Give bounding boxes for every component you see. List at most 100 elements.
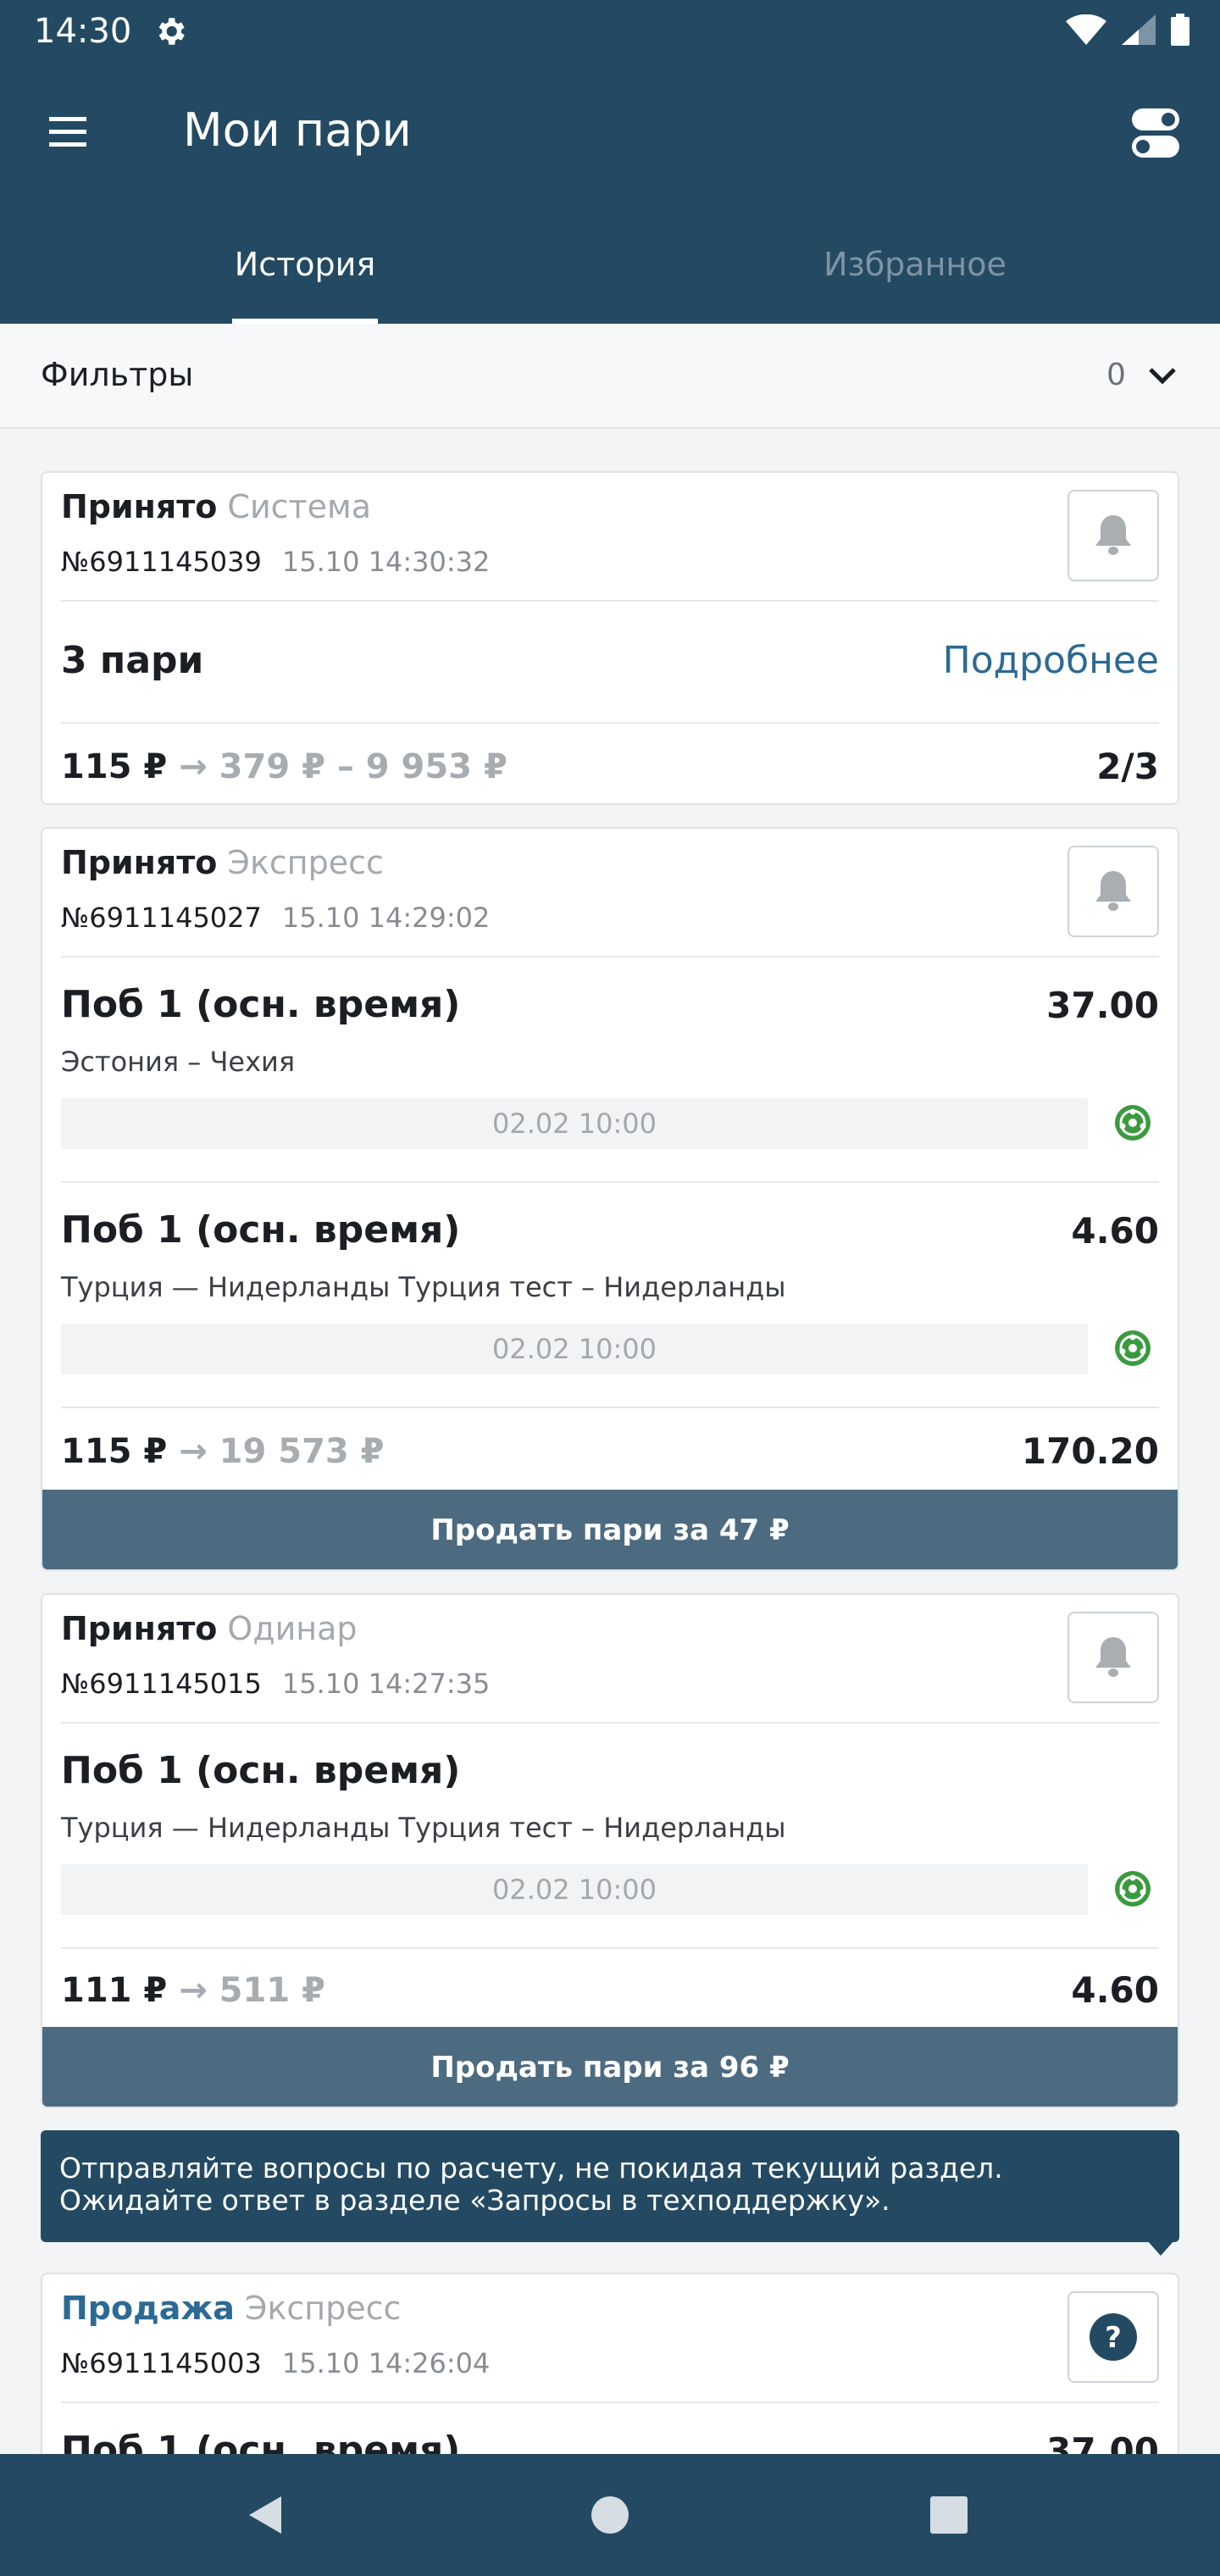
page-title: Мои пари [183,103,412,157]
soccer-ball-icon [1115,1871,1151,1907]
event-market: Поб 1 (осн. время) [61,1208,461,1252]
notification-button[interactable] [1068,1612,1159,1703]
arrow-icon: → [179,747,208,786]
filters-bar[interactable]: Фильтры 0 [0,324,1220,429]
bet-datetime: 15.10 14:30:32 [281,546,491,578]
bet-number: №6911145015 15.10 14:27:35 [61,1668,490,1700]
notification-button[interactable] [1068,846,1159,937]
bet-datetime: 15.10 14:29:02 [281,902,491,934]
bet-status-label: Принято [61,1610,218,1647]
bet-total-odds: 4.60 [1071,1969,1159,2011]
event-odds: 37.00 [1046,985,1159,1026]
bet-amounts: 115 ₽ → 379 ₽ – 9 953 ₽ [61,747,507,786]
toggle-icon[interactable] [1130,107,1181,159]
status-time: 14:30 [34,12,132,51]
notification-button[interactable] [1068,490,1159,581]
bet-card: Принято Одинар №6911145015 15.10 14:27:35 … [41,1593,1179,2108]
divider [61,2401,1159,2403]
bet-card: Принято Система №6911145039 15.10 14:30:32… [41,471,1179,805]
bet-type: Система [227,488,372,525]
bet-type: Одинар [227,1610,358,1647]
event-teams: Турция — Нидерланды Турция тест – Нидерл… [61,1812,786,1844]
bet-number-value: №6911145015 [61,1668,262,1700]
bet-payout: 19 573 ₽ [219,1432,385,1471]
bet-type: Экспресс [244,2290,402,2327]
bet-total-odds: 170.20 [1021,1430,1159,1472]
system-icons [1066,14,1190,46]
event-teams: Турция — Нидерланды Турция тест – Нидерл… [61,1271,786,1303]
bet-type: Экспресс [227,844,384,881]
bet-number: №6911145003 15.10 14:26:04 [61,2347,490,2379]
bet-status: Принято Одинар [61,1610,358,1647]
bet-stake: 115 ₽ [61,747,168,786]
divider [61,1947,1159,1949]
app-bar: 14:30 Мои пари История Избранное [0,0,1220,324]
bet-datetime: 15.10 14:26:04 [281,2347,491,2379]
bet-status: Принято Система [61,488,371,525]
tab-favorites-label: Избранное [824,246,1006,283]
sell-bet-button[interactable]: Продать пари за 47 ₽ [42,1490,1178,1569]
question-icon: ? [1090,2313,1137,2361]
support-tooltip: Отправляйте вопросы по расчету, не покид… [41,2130,1179,2256]
bet-result: 2/3 [1096,746,1159,787]
bell-icon [1095,515,1131,555]
details-link[interactable]: Подробнее [943,639,1159,682]
svg-text:?: ? [1105,2321,1122,2355]
bet-status-label: Принято [61,844,218,881]
bet-amounts: 115 ₽ → 19 573 ₽ [61,1432,385,1471]
wifi-icon [1066,14,1106,45]
bet-status-label: Принято [61,488,218,525]
divider [61,1722,1159,1724]
filters-count: 0 [1106,358,1126,392]
tab-favorites[interactable]: Избранное [610,229,1220,324]
bet-summary-title: 3 пари [61,639,204,682]
bet-status-label: Продажа [61,2290,235,2327]
tab-history[interactable]: История [0,229,610,324]
tab-history-label: История [234,246,376,283]
divider [61,956,1159,958]
gear-icon [158,18,185,45]
event-date: 02.02 10:00 [61,1098,1088,1149]
bet-payout: 379 ₽ – 9 953 ₽ [219,747,507,786]
home-icon[interactable] [580,2484,640,2545]
menu-icon[interactable] [46,108,93,156]
recents-icon[interactable] [918,2484,979,2545]
tooltip-arrow [1147,2240,1174,2256]
bet-number: №6911145039 15.10 14:30:32 [61,546,490,578]
bet-stake: 115 ₽ [61,1432,168,1471]
event-date: 02.02 10:00 [61,1324,1088,1374]
arrow-icon: → [179,1432,208,1471]
divider [61,600,1159,602]
soccer-ball-icon [1115,1105,1151,1141]
event-odds: 4.60 [1071,1210,1159,1252]
bell-icon [1095,871,1131,911]
status-bar: 14:30 [0,0,1220,61]
bet-amounts: 111 ₽ → 511 ₽ [61,1971,325,2010]
sell-bet-button[interactable]: Продать пари за 96 ₽ [42,2027,1178,2107]
arrow-icon: → [179,1971,208,2010]
battery-icon [1171,14,1190,46]
signal-icon [1122,14,1156,45]
bet-number-value: №6911145003 [61,2347,262,2379]
tab-bar: История Избранное [0,229,1220,324]
bet-status: Принято Экспресс [61,844,384,881]
bet-card: Принято Экспресс №6911145027 15.10 14:29:0… [41,827,1179,1571]
divider [61,722,1159,724]
soccer-ball-icon [1115,1330,1151,1366]
bet-number: №6911145027 15.10 14:29:02 [61,902,490,934]
divider [61,1407,1159,1408]
support-request-button[interactable]: ? [1068,2291,1159,2383]
bet-status: Продажа Экспресс [61,2290,401,2327]
bet-number-value: №6911145039 [61,546,262,578]
event-market: Поб 1 (осн. время) [61,1749,461,1792]
event-date: 02.02 10:00 [61,1864,1088,1915]
event-teams: Эстония – Чехия [61,1046,296,1078]
bet-stake: 111 ₽ [61,1971,168,2010]
chevron-down-icon[interactable] [1145,359,1179,393]
bell-icon [1095,1637,1131,1677]
filters-label: Фильтры [41,356,194,393]
back-icon[interactable] [234,2484,295,2545]
divider [61,1181,1159,1183]
system-nav-bar [0,2454,1220,2576]
tooltip-text: Отправляйте вопросы по расчету, не покид… [59,2151,1003,2217]
